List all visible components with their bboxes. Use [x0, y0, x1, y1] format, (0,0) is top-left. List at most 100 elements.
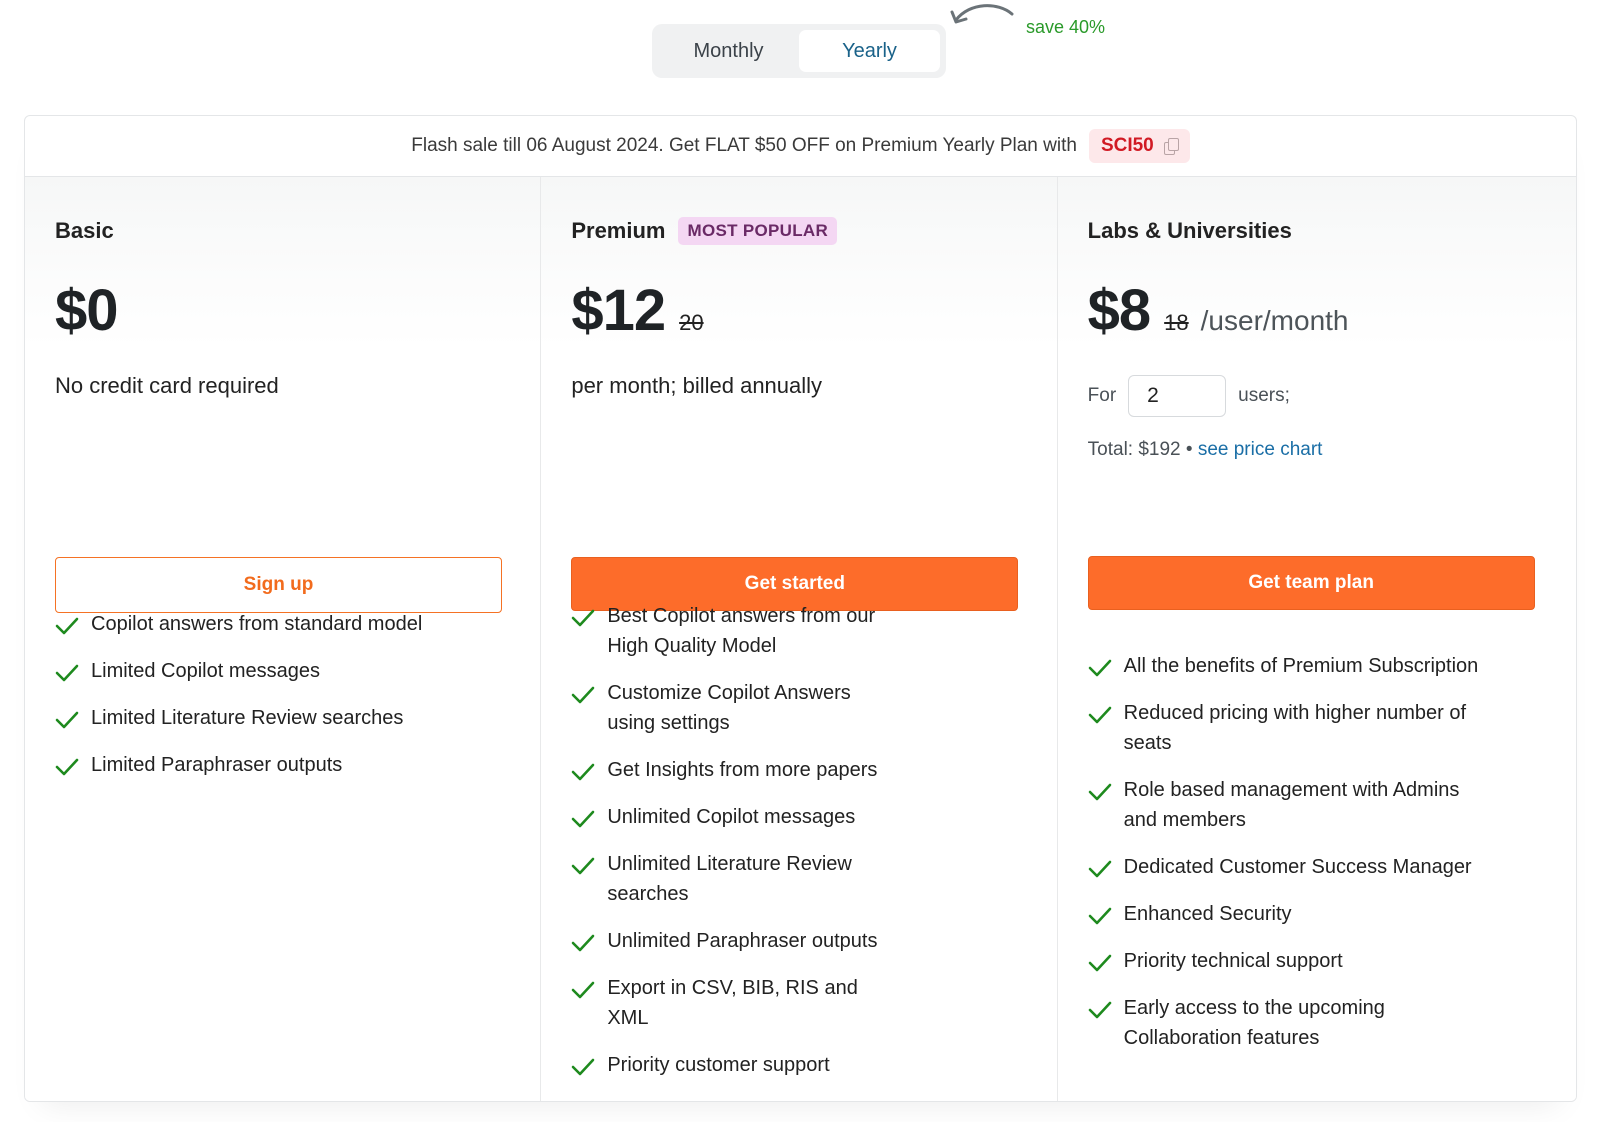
get-team-plan-button[interactable]: Get team plan: [1087, 556, 1535, 610]
coupon-code[interactable]: SCI50: [1088, 129, 1190, 163]
check-icon: [1088, 954, 1111, 972]
price: $12: [571, 278, 666, 343]
plan-labs-universities: Labs & Universities $8 18 /user/month Fo…: [1057, 177, 1576, 1101]
feature-text: Enhanced Security: [1123, 903, 1292, 925]
plan-name-text: Premium: [571, 218, 666, 243]
check-icon: [55, 758, 79, 776]
feature-text: Early access to the upcoming Collaborati…: [1123, 997, 1385, 1049]
check-icon: [1088, 1001, 1111, 1019]
check-icon: [572, 981, 595, 999]
feature-item: Export in CSV, BIB, RIS and XML: [571, 973, 897, 1033]
feature-item: Priority technical support: [1088, 946, 1494, 976]
save-note: save 40%: [1026, 17, 1106, 37]
feature-item: Unlimited Copilot messages: [571, 802, 897, 832]
check-icon: [1088, 783, 1111, 801]
price: $8: [1087, 278, 1152, 343]
check-icon: [1088, 860, 1111, 878]
total-text: Total: $192 •: [1087, 439, 1193, 460]
users-prefix: For: [1087, 385, 1117, 406]
feature-item: Limited Paraphraser outputs: [55, 750, 422, 780]
feature-item: Customize Copilot Answers using settings: [571, 678, 897, 738]
feature-item: Limited Copilot messages: [55, 656, 422, 686]
feature-item: Role based management with Admins and me…: [1088, 775, 1494, 835]
feature-text: Best Copilot answers from our High Quali…: [607, 605, 876, 657]
feature-text: Unlimited Paraphraser outputs: [607, 930, 878, 952]
copy-icon[interactable]: [1163, 138, 1179, 155]
per-unit: /user/month: [1200, 305, 1349, 336]
flash-sale-text: Flash sale till 06 August 2024. Get FLAT…: [411, 135, 1077, 156]
check-icon: [572, 686, 595, 704]
feature-item: Limited Literature Review searches: [55, 703, 422, 733]
check-icon: [572, 857, 595, 875]
feature-item: Dedicated Customer Success Manager: [1088, 852, 1494, 882]
price-row: $12 20: [571, 277, 1026, 343]
feature-text: Role based management with Admins and me…: [1123, 779, 1460, 831]
flash-sale-banner: Flash sale till 06 August 2024. Get FLAT…: [25, 116, 1576, 177]
feature-item: Unlimited Literature Review searches: [571, 849, 897, 909]
feature-item: Enhanced Security: [1088, 899, 1494, 929]
feature-item: Unlimited Paraphraser outputs: [571, 926, 897, 956]
pricing-card: Flash sale till 06 August 2024. Get FLAT…: [24, 115, 1577, 1102]
price-row: $0: [55, 277, 510, 343]
plan-subtitle: No credit card required: [55, 373, 279, 398]
users-suffix: users;: [1238, 385, 1290, 406]
price: $0: [55, 278, 119, 343]
check-icon: [572, 609, 595, 627]
feature-text: Customize Copilot Answers using settings: [607, 682, 851, 734]
check-icon: [572, 1058, 595, 1076]
feature-text: All the benefits of Premium Subscription: [1123, 655, 1479, 677]
plan-subtitle: per month; billed annually: [571, 373, 823, 398]
sign-up-button[interactable]: Sign up: [55, 557, 502, 613]
feature-list: Copilot answers from standard model Limit…: [55, 609, 422, 797]
check-icon: [572, 763, 595, 781]
plan-name: Basic: [55, 218, 114, 243]
feature-item: Get Insights from more papers: [571, 755, 897, 785]
feature-text: Reduced pricing with higher number of se…: [1123, 702, 1467, 754]
old-price: 20: [679, 310, 704, 335]
check-icon: [572, 810, 595, 828]
feature-text: Limited Copilot messages: [91, 660, 320, 682]
plan-name: Premium MOST POPULAR: [571, 215, 1026, 247]
feature-text: Unlimited Copilot messages: [607, 806, 856, 828]
feature-text: Limited Paraphraser outputs: [91, 754, 343, 776]
feature-text: Copilot answers from standard model: [91, 613, 423, 635]
check-icon: [55, 617, 79, 635]
feature-text: Unlimited Literature Review searches: [607, 853, 852, 905]
toggle-yearly[interactable]: Yearly: [799, 30, 940, 72]
toggle-monthly[interactable]: Monthly: [658, 30, 799, 72]
users-count-input[interactable]: [1128, 375, 1227, 417]
check-icon: [572, 934, 595, 952]
old-price: 18: [1164, 310, 1189, 335]
feature-text: Get Insights from more papers: [607, 759, 878, 781]
feature-item: Reduced pricing with higher number of se…: [1088, 698, 1494, 758]
price-row: $8 18 /user/month: [1087, 277, 1546, 343]
feature-text: Dedicated Customer Success Manager: [1123, 856, 1472, 878]
users-row: For users;: [1088, 375, 1546, 417]
see-price-chart-link[interactable]: see price chart: [1198, 439, 1323, 460]
plan-name: Labs & Universities: [1087, 218, 1292, 243]
feature-list: All the benefits of Premium Subscription…: [1088, 651, 1494, 1070]
curved-arrow-icon: [950, 4, 1014, 24]
total-row: Total: $192 • see price chart: [1088, 439, 1546, 461]
billing-toggle: Monthly Yearly: [652, 24, 946, 78]
feature-text: Priority technical support: [1123, 950, 1343, 972]
feature-list: Best Copilot answers from our High Quali…: [571, 601, 897, 1097]
plan-basic: Basic $0 No credit card required Sign up…: [25, 177, 542, 1101]
most-popular-badge: MOST POPULAR: [678, 217, 838, 245]
plans: Basic $0 No credit card required Sign up…: [25, 177, 1576, 1101]
check-icon: [1088, 907, 1111, 925]
feature-item: Priority customer support: [571, 1050, 897, 1080]
feature-item: Best Copilot answers from our High Quali…: [571, 601, 897, 661]
check-icon: [1088, 706, 1111, 724]
feature-text: Export in CSV, BIB, RIS and XML: [607, 977, 858, 1029]
check-icon: [55, 664, 79, 682]
feature-item: Early access to the upcoming Collaborati…: [1088, 993, 1494, 1053]
feature-item: All the benefits of Premium Subscription: [1088, 651, 1494, 681]
plan-premium: Premium MOST POPULAR $12 20 per month; b…: [541, 177, 1058, 1101]
check-icon: [55, 711, 79, 729]
feature-item: Copilot answers from standard model: [55, 609, 422, 639]
feature-text: Limited Literature Review searches: [91, 707, 404, 729]
check-icon: [1088, 659, 1111, 677]
coupon-code-text: SCI50: [1100, 135, 1154, 156]
feature-text: Priority customer support: [607, 1054, 830, 1076]
